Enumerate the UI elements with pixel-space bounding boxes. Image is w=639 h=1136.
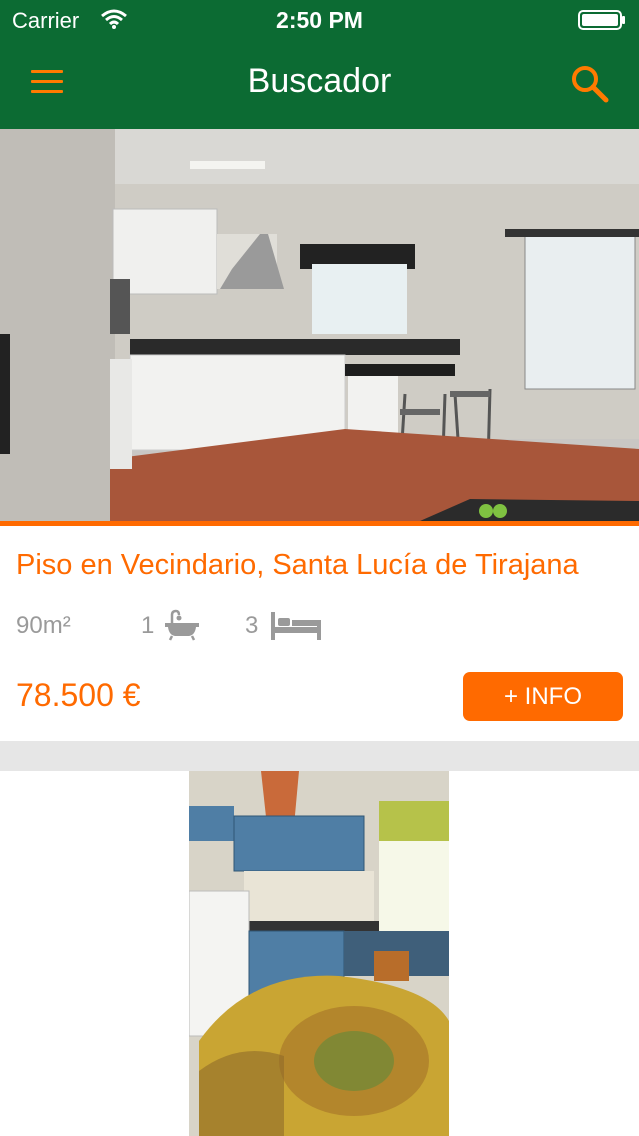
photo-accent-bar (0, 521, 639, 526)
bedrooms-count: 3 (245, 612, 259, 639)
kitchen-photo (0, 129, 639, 521)
listing-photo[interactable] (0, 129, 639, 521)
status-time: 2:50 PM (276, 7, 363, 33)
bathtub-icon (165, 609, 199, 641)
listing-price: 78.500 € (16, 677, 141, 713)
more-info-button[interactable]: + INFO (463, 672, 623, 721)
listing-title[interactable]: Piso en Vecindario, Santa Lucía de Tiraj… (16, 549, 579, 582)
search-icon[interactable] (570, 64, 610, 104)
bathrooms-count: 1 (141, 612, 155, 639)
living-room-photo (189, 771, 449, 1136)
listing-photo[interactable] (189, 771, 449, 1136)
app-header: Carrier 2:50 PM Buscador (0, 0, 639, 129)
battery-icon (578, 10, 625, 30)
area-label: 90m² (16, 612, 71, 639)
bed-icon (271, 612, 321, 640)
page-title: Buscador (247, 62, 392, 100)
status-bar: Carrier 2:50 PM (0, 0, 639, 40)
listing-separator (0, 741, 639, 771)
